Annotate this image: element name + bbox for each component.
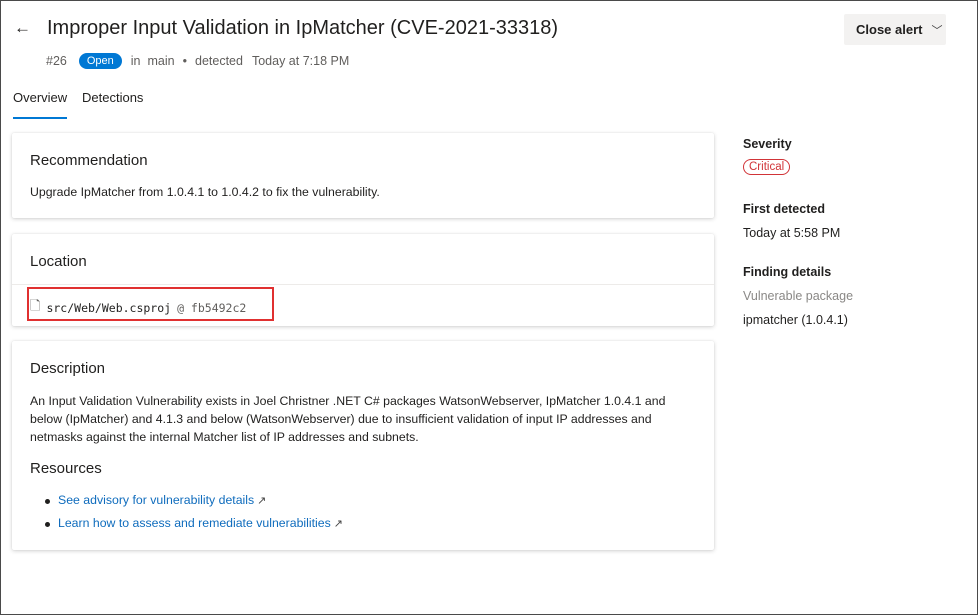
resources-heading: Resources <box>30 460 102 477</box>
location-path[interactable]: 🗋 src/Web/Web.csproj @ fb5492c2 <box>30 297 246 319</box>
list-item: See advisory for vulnerability details ↗ <box>45 493 343 516</box>
file-path[interactable]: src/Web/Web.csproj <box>46 301 171 315</box>
tab-detections[interactable]: Detections <box>82 90 143 105</box>
finding-details-section: Finding details <box>743 263 831 281</box>
recommendation-text: Upgrade IpMatcher from 1.0.4.1 to 1.0.4.… <box>30 185 380 199</box>
resources-list: See advisory for vulnerability details ↗ … <box>45 493 343 539</box>
description-card: Description An Input Validation Vulnerab… <box>12 341 714 550</box>
description-heading: Description <box>30 360 106 377</box>
vulnerable-package-label-wrap: Vulnerable package <box>743 287 853 305</box>
status-badge: Open <box>78 53 122 69</box>
finding-details-label: Finding details <box>743 265 832 279</box>
first-detected-section: First detected <box>743 200 825 218</box>
first-detected-value-wrap: Today at 5:58 PM <box>743 224 840 242</box>
chevron-down-icon: ﹀ <box>931 24 943 37</box>
detected-label: detected <box>195 54 243 68</box>
first-detected-value: Today at 5:58 PM <box>743 226 841 240</box>
advisory-link[interactable]: See advisory for vulnerability details <box>58 493 254 507</box>
external-link-icon: ↗ <box>333 518 343 530</box>
location-card: Location 🗋 src/Web/Web.csproj @ fb5492c2 <box>12 234 714 326</box>
recommendation-heading: Recommendation <box>30 152 148 169</box>
vulnerable-package-label: Vulnerable package <box>743 289 854 303</box>
list-item: Learn how to assess and remediate vulner… <box>45 516 343 539</box>
vulnerable-package-value: ipmatcher (1.0.4.1) <box>743 313 848 327</box>
close-alert-label: Close alert <box>856 22 923 37</box>
alert-meta: #26 Open in main • detected Today at 7:1… <box>46 52 349 70</box>
file-icon: 🗋 <box>30 299 41 314</box>
branch-name: main <box>147 54 175 68</box>
description-text: An Input Validation Vulnerability exists… <box>30 394 666 444</box>
first-detected-label: First detected <box>743 202 825 216</box>
meta-separator: • <box>182 54 187 68</box>
tab-overview[interactable]: Overview <box>13 90 68 119</box>
vulnerable-package-value-wrap: ipmatcher (1.0.4.1) <box>743 311 848 329</box>
alert-number: #26 <box>46 54 67 68</box>
severity-badge: Critical <box>743 159 791 175</box>
back-arrow-icon[interactable]: ← <box>14 18 34 38</box>
external-link-icon: ↗ <box>257 495 267 507</box>
recommendation-card: Recommendation Upgrade IpMatcher from 1.… <box>12 133 714 218</box>
severity-label: Severity <box>743 135 792 153</box>
remediate-link[interactable]: Learn how to assess and remediate vulner… <box>58 516 331 530</box>
commit-hash[interactable]: @ fb5492c2 <box>177 301 246 315</box>
location-heading: Location <box>30 253 87 270</box>
page-title: Improper Input Validation in IpMatcher (… <box>47 17 559 39</box>
severity-label-text: Severity <box>743 137 792 151</box>
detected-time: Today at 7:18 PM <box>251 54 350 68</box>
close-alert-button[interactable]: Close alert ﹀ <box>844 14 946 45</box>
location-divider <box>12 284 714 285</box>
in-label: in <box>130 54 141 68</box>
severity-section: Critical <box>743 157 791 175</box>
